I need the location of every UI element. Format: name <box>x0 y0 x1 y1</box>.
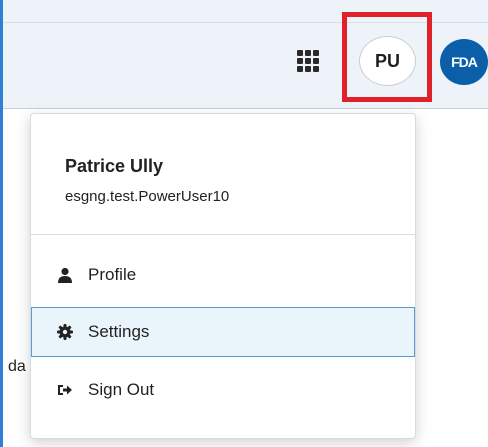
sign-out-icon <box>56 381 74 399</box>
menu-item-settings[interactable]: Settings <box>31 307 415 357</box>
menu-item-sign-out[interactable]: Sign Out <box>32 370 415 410</box>
app-launcher-grid-icon[interactable] <box>297 50 321 72</box>
menu-item-label: Profile <box>88 265 137 284</box>
user-username: esgng.test.PowerUser10 <box>65 188 230 205</box>
background-partial-text: da <box>8 358 26 375</box>
user-menu-dropdown: Patrice Ully esgng.test.PowerUser10 Prof… <box>30 113 416 439</box>
fda-logo-text: FDA <box>451 54 478 70</box>
menu-divider <box>31 234 415 235</box>
user-icon <box>56 266 74 284</box>
user-display-name: Patrice Ully <box>65 156 164 176</box>
menu-item-profile[interactable]: Profile <box>32 255 415 295</box>
user-avatar-button[interactable]: PU <box>359 36 416 86</box>
fda-logo: FDA <box>440 39 488 85</box>
gear-icon <box>56 323 74 341</box>
menu-item-label: Sign Out <box>88 380 155 399</box>
menu-item-label: Settings <box>88 322 150 341</box>
